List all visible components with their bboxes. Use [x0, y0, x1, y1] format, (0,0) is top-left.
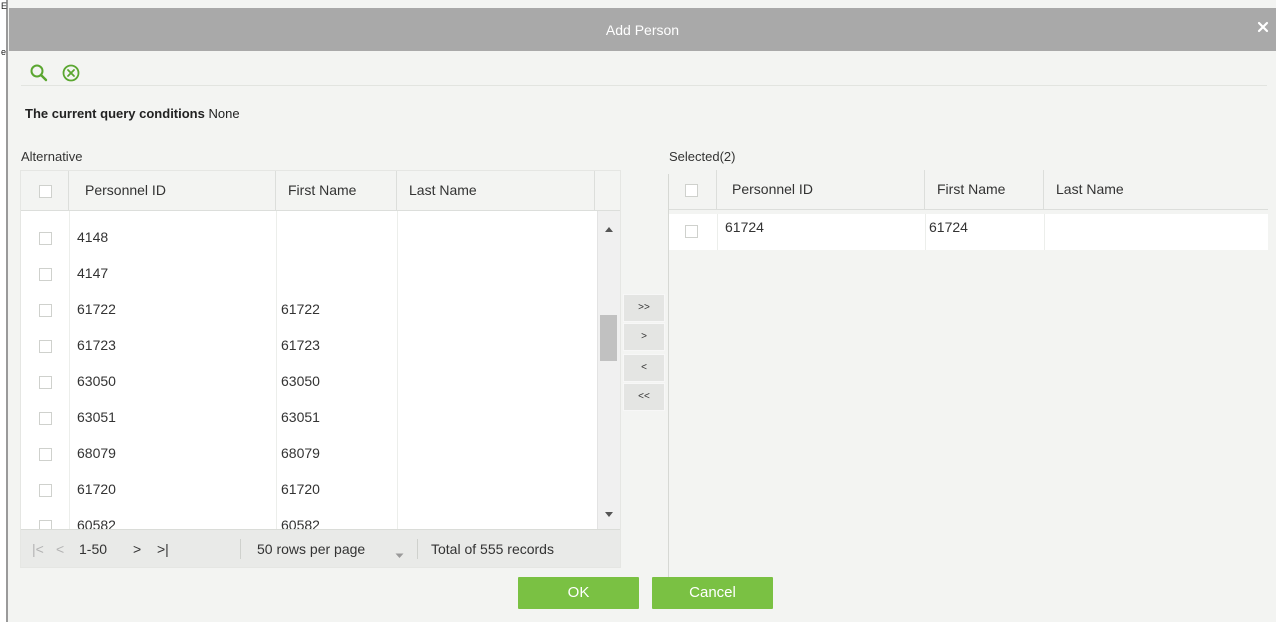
cancel-button[interactable]: Cancel	[652, 577, 773, 609]
table-row[interactable]: 63051 63051	[21, 399, 595, 435]
scroll-up-icon[interactable]	[604, 221, 614, 236]
cell-first-name: 68079	[281, 445, 320, 461]
cell-first-name: 61724	[929, 219, 968, 235]
cell-first-name: 63050	[281, 373, 320, 389]
cell-first-name: 61722	[281, 301, 320, 317]
cell-personnel-id: 61723	[77, 337, 116, 353]
alternative-panel-title: Alternative	[21, 149, 83, 164]
dialog-titlebar[interactable]: Add Person	[9, 8, 1276, 51]
column-divider	[717, 214, 718, 250]
query-conditions-value: None	[208, 106, 240, 121]
header-checkbox-cell	[21, 171, 69, 210]
selected-grid: Personnel ID First Name Last Name 61724 …	[669, 170, 1268, 250]
table-row[interactable]: 61723 61723	[21, 327, 595, 363]
move-left-button[interactable]: <	[623, 354, 665, 382]
row-checkbox[interactable]	[39, 412, 52, 425]
header-spacer	[595, 171, 620, 210]
edge-glyph: E	[1, 1, 8, 11]
pager-divider	[240, 539, 241, 559]
query-conditions-label: The current query conditions	[25, 106, 205, 121]
query-conditions: The current query conditions None	[25, 106, 240, 121]
cell-personnel-id: 63051	[77, 409, 116, 425]
selected-grid-header: Personnel ID First Name Last Name	[669, 170, 1268, 210]
toolbar	[21, 59, 1267, 86]
table-row[interactable]: 63050 63050	[21, 363, 595, 399]
selected-panel-title: Selected(2)	[669, 149, 736, 164]
table-row[interactable]: 68079 68079	[21, 435, 595, 471]
cell-first-name: 63051	[281, 409, 320, 425]
row-checkbox[interactable]	[39, 268, 52, 281]
page-range: 1-50	[79, 541, 108, 557]
background-window-edge: E e	[0, 0, 8, 622]
pagination-bar: |< < 1-50 > >| 50 rows per page Total of…	[21, 529, 620, 567]
add-person-dialog: Add Person The current query conditions …	[9, 8, 1276, 622]
table-row[interactable]: 4147	[21, 255, 595, 291]
column-header-personnel-id[interactable]: Personnel ID	[69, 171, 276, 210]
row-checkbox[interactable]	[39, 340, 52, 353]
column-header-last-name[interactable]: Last Name	[1044, 170, 1268, 209]
first-page-button[interactable]: |<	[32, 541, 44, 557]
column-divider	[925, 214, 926, 250]
pager-divider	[417, 539, 418, 559]
table-row[interactable]: 61724 61724	[669, 214, 1268, 250]
select-all-checkbox[interactable]	[685, 184, 698, 197]
edge-glyph: e	[1, 47, 7, 57]
cell-personnel-id: 61724	[725, 219, 764, 235]
row-checkbox[interactable]	[685, 225, 698, 238]
cell-personnel-id: 4147	[77, 265, 109, 281]
chevron-down-icon[interactable]	[395, 546, 404, 562]
cell-personnel-id: 4148	[77, 229, 109, 245]
dialog-title: Add Person	[605, 22, 680, 38]
row-checkbox[interactable]	[39, 448, 52, 461]
clear-circle-icon[interactable]	[61, 63, 81, 83]
alternative-grid: Personnel ID First Name Last Name 4148 4…	[20, 170, 621, 568]
select-all-checkbox[interactable]	[39, 185, 52, 198]
scroll-down-icon[interactable]	[604, 507, 614, 522]
cell-first-name: 61723	[281, 337, 320, 353]
move-right-button[interactable]: >	[623, 323, 665, 351]
column-header-first-name[interactable]: First Name	[276, 171, 397, 210]
row-checkbox[interactable]	[39, 304, 52, 317]
table-row[interactable]: 61720 61720	[21, 471, 595, 507]
column-divider	[1044, 214, 1045, 250]
cell-personnel-id: 63050	[77, 373, 116, 389]
column-header-personnel-id[interactable]: Personnel ID	[717, 170, 925, 209]
alternative-grid-header: Personnel ID First Name Last Name	[21, 171, 620, 211]
rows-per-page-select[interactable]: 50 rows per page	[257, 541, 365, 557]
row-checkbox[interactable]	[39, 484, 52, 497]
column-header-last-name[interactable]: Last Name	[397, 171, 595, 210]
table-row[interactable]: 61722 61722	[21, 291, 595, 327]
cell-personnel-id: 68079	[77, 445, 116, 461]
total-records: Total of 555 records	[431, 541, 554, 557]
table-row[interactable]: 4148	[21, 219, 595, 255]
cell-first-name: 61720	[281, 481, 320, 497]
next-page-button[interactable]: >	[133, 541, 141, 557]
prev-page-button[interactable]: <	[56, 541, 64, 557]
ok-button[interactable]: OK	[518, 577, 639, 609]
vertical-scrollbar[interactable]	[597, 211, 620, 529]
search-icon[interactable]	[29, 63, 49, 83]
cell-personnel-id: 61720	[77, 481, 116, 497]
move-all-right-button[interactable]: >>	[623, 294, 665, 322]
close-icon[interactable]	[1256, 20, 1270, 34]
header-checkbox-cell	[669, 170, 717, 209]
row-checkbox[interactable]	[39, 232, 52, 245]
column-header-first-name[interactable]: First Name	[925, 170, 1044, 209]
move-all-left-button[interactable]: <<	[623, 383, 665, 411]
row-checkbox[interactable]	[39, 376, 52, 389]
last-page-button[interactable]: >|	[157, 541, 169, 557]
scrollbar-thumb[interactable]	[600, 315, 617, 361]
cell-personnel-id: 61722	[77, 301, 116, 317]
